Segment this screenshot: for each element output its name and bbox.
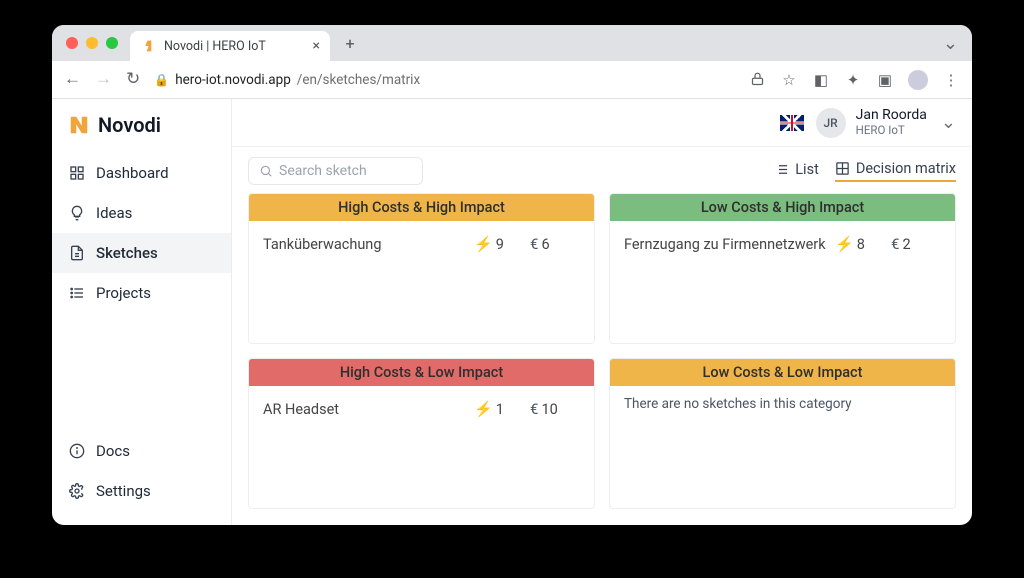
user-org: HERO IoT <box>856 123 927 137</box>
language-flag-icon[interactable] <box>780 115 804 131</box>
view-matrix-label: Decision matrix <box>856 160 956 177</box>
reload-icon[interactable]: ↻ <box>126 71 140 88</box>
sidebar-nav: Dashboard Ideas Sketches <box>52 153 231 313</box>
document-icon <box>68 244 86 262</box>
browser-tab[interactable]: Novodi | HERO IoT × <box>130 31 330 61</box>
impact-value: 1 <box>496 401 504 418</box>
euro-icon: € <box>530 235 538 253</box>
close-tab-icon[interactable]: × <box>313 38 320 54</box>
gear-icon <box>68 482 86 500</box>
back-icon[interactable]: ← <box>64 71 81 88</box>
window-controls[interactable] <box>66 37 118 49</box>
sidebar: Novodi Dashboard Ideas <box>52 99 232 525</box>
impact-icon: ⚡ <box>474 400 493 418</box>
quadrant-low-cost-low-impact: Low Costs & Low Impact There are no sket… <box>609 358 956 509</box>
brand-logo-icon <box>68 114 90 136</box>
chevron-down-icon: ⌄ <box>937 112 956 133</box>
forward-icon[interactable]: → <box>95 71 112 88</box>
euro-icon: € <box>891 235 899 253</box>
sidebar-item-ideas[interactable]: Ideas <box>52 193 231 233</box>
impact-value: 9 <box>496 236 504 253</box>
topbar: JR Jan Roorda HERO IoT ⌄ <box>232 99 972 147</box>
impact-value: 8 <box>857 236 865 253</box>
view-toggle: List Decision matrix <box>774 160 956 182</box>
sidebar-item-settings[interactable]: Settings <box>52 471 231 511</box>
tabs-dropdown-icon[interactable]: ⌄ <box>943 33 964 54</box>
main-content: JR Jan Roorda HERO IoT ⌄ Search sketch <box>232 99 972 525</box>
sketch-row[interactable]: AR Headset ⚡1 €10 <box>263 396 580 422</box>
extensions-puzzle-icon[interactable]: ✦ <box>844 71 862 89</box>
avatar: JR <box>816 108 846 138</box>
impact-icon: ⚡ <box>835 235 854 253</box>
sidebar-item-label: Projects <box>96 284 151 302</box>
browser-toolbar: ← → ↻ 🔒 hero-iot.novodi.app/en/sketches/… <box>52 61 972 99</box>
quadrant-heading: Low Costs & High Impact <box>610 194 955 221</box>
app-root: Novodi Dashboard Ideas <box>52 99 972 525</box>
decision-matrix: High Costs & High Impact Tanküberwachung… <box>232 193 972 525</box>
search-icon <box>259 164 273 178</box>
quadrant-high-cost-high-impact: High Costs & High Impact Tanküberwachung… <box>248 193 595 344</box>
controls-row: Search sketch List Decision matrix <box>232 147 972 193</box>
matrix-view-icon <box>835 161 850 176</box>
cost-value: 2 <box>902 236 910 253</box>
sidebar-item-sketches[interactable]: Sketches <box>52 233 231 273</box>
list-icon <box>68 284 86 302</box>
new-tab-button[interactable]: + <box>336 29 364 57</box>
browser-tabstrip: Novodi | HERO IoT × + ⌄ <box>52 25 972 61</box>
extension-icon[interactable]: ◧ <box>812 71 830 89</box>
quadrant-heading: High Costs & Low Impact <box>249 359 594 386</box>
list-view-icon <box>774 162 789 177</box>
info-icon <box>68 442 86 460</box>
search-placeholder: Search sketch <box>279 163 367 179</box>
profile-avatar-icon[interactable] <box>908 70 928 90</box>
view-list-label: List <box>795 161 819 178</box>
sidebar-item-label: Sketches <box>96 244 158 262</box>
sketch-row[interactable]: Fernzugang zu Firmennetzwerk ⚡8 €2 <box>624 231 941 257</box>
sidebar-item-label: Ideas <box>96 204 132 222</box>
view-matrix-button[interactable]: Decision matrix <box>835 160 956 182</box>
cost-value: 6 <box>541 236 549 253</box>
lightbulb-icon <box>68 204 86 222</box>
share-icon[interactable] <box>748 71 766 89</box>
sketch-row[interactable]: Tanküberwachung ⚡9 €6 <box>263 231 580 257</box>
user-menu[interactable]: JR Jan Roorda HERO IoT ⌄ <box>816 108 956 138</box>
impact-icon: ⚡ <box>474 235 493 253</box>
sidebar-item-docs[interactable]: Docs <box>52 431 231 471</box>
tab-favicon-icon <box>140 38 156 54</box>
url-host: hero-iot.novodi.app <box>175 72 291 88</box>
grid-icon <box>68 164 86 182</box>
browser-window: Novodi | HERO IoT × + ⌄ ← → ↻ 🔒 hero-iot… <box>52 25 972 525</box>
user-name: Jan Roorda <box>856 108 927 123</box>
sidebar-item-label: Docs <box>96 442 130 460</box>
quadrant-heading: Low Costs & Low Impact <box>610 359 955 386</box>
extension2-icon[interactable]: ▣ <box>876 71 894 89</box>
search-input[interactable]: Search sketch <box>248 157 423 185</box>
tab-title: Novodi | HERO IoT <box>164 39 305 54</box>
cost-value: 10 <box>541 401 557 418</box>
address-bar[interactable]: 🔒 hero-iot.novodi.app/en/sketches/matrix <box>154 72 734 88</box>
brand-name: Novodi <box>98 113 161 137</box>
kebab-menu-icon[interactable]: ⋮ <box>942 71 960 89</box>
url-path: /en/sketches/matrix <box>297 72 420 88</box>
sidebar-item-projects[interactable]: Projects <box>52 273 231 313</box>
fullscreen-window-icon[interactable] <box>106 37 118 49</box>
quadrant-high-cost-low-impact: High Costs & Low Impact AR Headset ⚡1 €1… <box>248 358 595 509</box>
sketch-title: Tanküberwachung <box>263 236 466 253</box>
minimize-window-icon[interactable] <box>86 37 98 49</box>
euro-icon: € <box>530 400 538 418</box>
empty-state-text: There are no sketches in this category <box>624 396 941 412</box>
sidebar-item-dashboard[interactable]: Dashboard <box>52 153 231 193</box>
quadrant-heading: High Costs & High Impact <box>249 194 594 221</box>
bookmark-icon[interactable]: ☆ <box>780 71 798 89</box>
quadrant-low-cost-high-impact: Low Costs & High Impact Fernzugang zu Fi… <box>609 193 956 344</box>
sidebar-item-label: Settings <box>96 482 151 500</box>
brand[interactable]: Novodi <box>52 113 231 147</box>
sketch-title: AR Headset <box>263 401 466 418</box>
sidebar-footer: Docs Settings <box>52 431 231 511</box>
close-window-icon[interactable] <box>66 37 78 49</box>
view-list-button[interactable]: List <box>774 160 819 182</box>
lock-icon: 🔒 <box>154 73 169 87</box>
sketch-title: Fernzugang zu Firmennetzwerk <box>624 236 827 253</box>
sidebar-item-label: Dashboard <box>96 164 169 182</box>
